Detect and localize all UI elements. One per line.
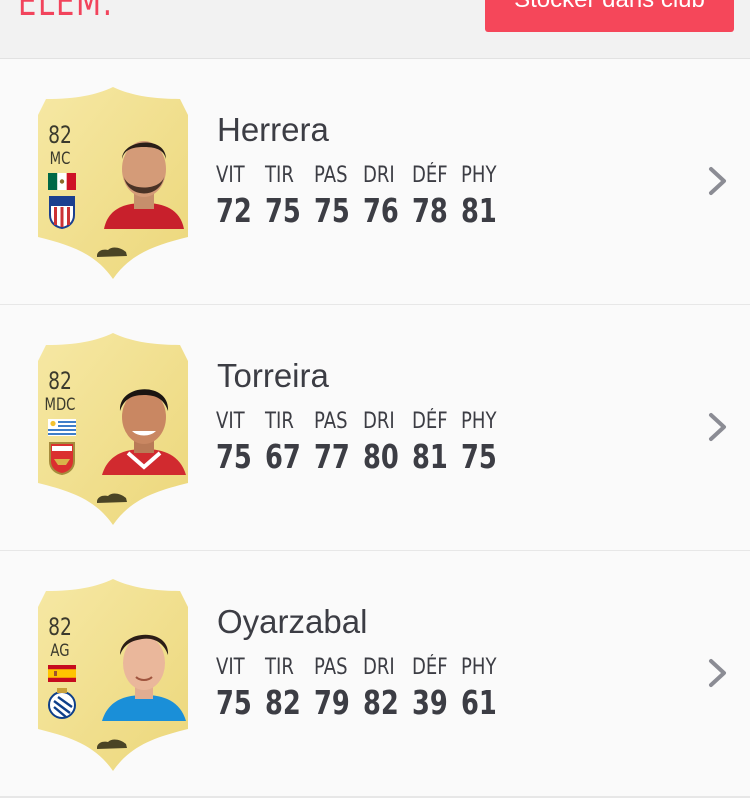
player-position: AG [50,641,70,661]
player-row-torreira[interactable]: 82 MDC Torreira VIT 75 TIR 67 PAS 77 DRI… [0,305,750,552]
stat-tir: TIR 75 [265,163,314,231]
stat-label: DRI [363,163,395,188]
stat-value: 80 [363,437,399,476]
top-bar: ELEM. Stocker dans club [0,0,750,59]
store-in-club-button[interactable]: Stocker dans club [485,0,734,32]
player-name: Oyarzabal [217,603,368,640]
stat-value: 82 [265,683,301,722]
stat-label: DÉF [412,409,448,434]
stat-label: TIR [265,409,294,434]
player-rating: 82 [48,367,72,395]
stat-def: DÉF 39 [412,655,461,723]
player-position: MC [49,149,71,169]
stat-value: 75 [216,683,252,722]
stat-pas: PAS 75 [314,163,363,231]
stat-phy: PHY 81 [461,163,510,231]
player-name: Herrera [217,111,329,148]
stat-pas: PAS 79 [314,655,363,723]
stat-label: VIT [216,409,245,434]
stat-phy: PHY 61 [461,655,510,723]
stat-label: PHY [461,163,497,188]
stat-value: 79 [314,683,350,722]
stat-label: DÉF [412,163,448,188]
stat-label: DRI [363,409,395,434]
player-portrait [104,141,184,229]
stat-value: 39 [412,683,448,722]
stat-dri: DRI 80 [363,409,412,477]
stat-dri: DRI 76 [363,163,412,231]
stat-value: 61 [461,683,497,722]
stat-label: DRI [363,655,395,680]
stat-value: 82 [363,683,399,722]
stat-pas: PAS 77 [314,409,363,477]
uruguay-flag-icon [48,419,76,436]
stat-vit: VIT 75 [216,409,265,477]
stat-value: 75 [216,437,252,476]
stat-label: TIR [265,163,294,188]
player-stats: VIT 75 TIR 67 PAS 77 DRI 80 DÉF 81 PHY 75 [216,409,510,477]
stat-vit: VIT 75 [216,655,265,723]
arsenal-crest-icon [49,442,75,475]
stat-value: 81 [412,437,448,476]
player-position: MDC [44,395,76,415]
player-card: 82 MDC [36,333,190,529]
player-row-oyarzabal[interactable]: 82 AG Oyarzabal VIT 75 TIR 82 PAS 79 DRI 82 … [0,551,750,798]
stat-label: PHY [461,409,497,434]
player-portrait [102,389,186,475]
stat-vit: VIT 72 [216,163,265,231]
stat-label: DÉF [412,655,448,680]
page-title: ELEM. [18,0,114,24]
stat-value: 75 [314,191,350,230]
stat-dri: DRI 82 [363,655,412,723]
player-rating: 82 [48,121,72,149]
stat-value: 75 [265,191,301,230]
boot-icon [97,247,127,257]
atletico-madrid-crest-icon [49,196,75,229]
stat-value: 67 [265,437,301,476]
stat-def: DÉF 81 [412,409,461,477]
player-rating: 82 [48,613,72,641]
stat-label: VIT [216,163,245,188]
player-row-herrera[interactable]: 82 MC Herrera VIT 72 TIR 75 PAS 75 DRI 7… [0,59,750,306]
stat-value: 81 [461,191,497,230]
stat-label: PAS [314,655,348,680]
player-stats: VIT 75 TIR 82 PAS 79 DRI 82 DÉF 39 PHY 61 [216,655,510,723]
player-portrait [102,634,186,721]
player-stats: VIT 72 TIR 75 PAS 75 DRI 76 DÉF 78 PHY 81 [216,163,510,231]
stat-def: DÉF 78 [412,163,461,231]
stat-label: PAS [314,163,348,188]
stat-value: 72 [216,191,252,230]
chevron-right-icon[interactable] [706,410,730,444]
stat-label: PHY [461,655,497,680]
stat-label: VIT [216,655,245,680]
chevron-right-icon[interactable] [706,656,730,690]
player-card: 82 AG [36,579,190,775]
stat-value: 78 [412,191,448,230]
real-sociedad-crest-icon [48,688,76,719]
boot-icon [97,493,127,503]
stat-tir: TIR 82 [265,655,314,723]
spain-flag-icon [48,665,76,682]
stat-label: TIR [265,655,294,680]
stat-phy: PHY 75 [461,409,510,477]
stat-value: 76 [363,191,399,230]
boot-icon [97,739,127,749]
stat-value: 77 [314,437,350,476]
mexico-flag-icon [48,173,76,190]
stat-value: 75 [461,437,497,476]
stat-tir: TIR 67 [265,409,314,477]
chevron-right-icon[interactable] [706,164,730,198]
stat-label: PAS [314,409,348,434]
player-card: 82 MC [36,87,190,283]
player-name: Torreira [217,357,329,394]
